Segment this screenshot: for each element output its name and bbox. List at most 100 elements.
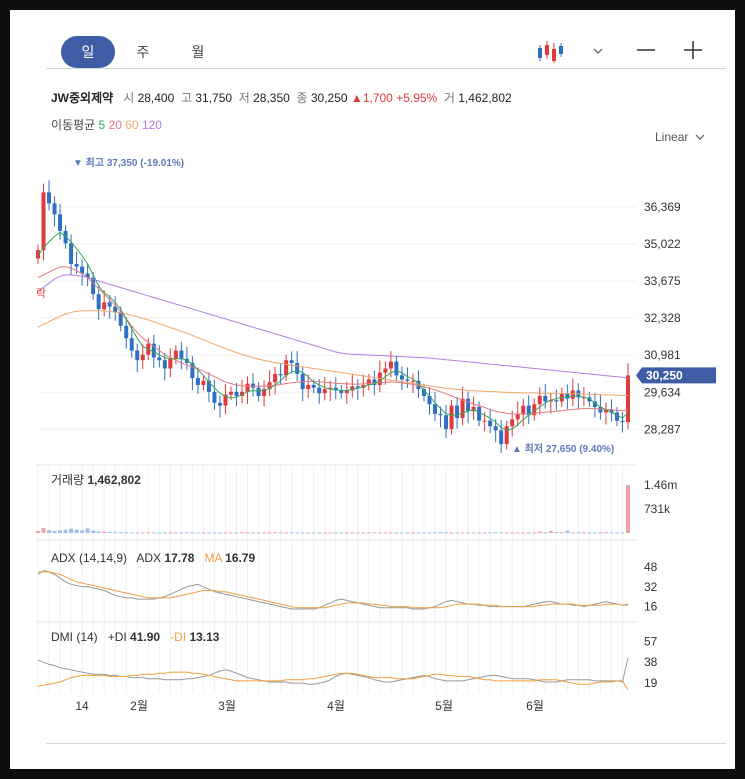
- y-tick-label: 28,287: [644, 422, 681, 436]
- volume-bar: [427, 532, 432, 534]
- volume-bar: [372, 532, 377, 534]
- volume-bar: [361, 532, 366, 534]
- candle-body: [140, 354, 145, 361]
- volume-bar: [140, 532, 145, 534]
- volume-bar: [256, 532, 261, 534]
- candle-body: [488, 420, 493, 427]
- volume-bar: [410, 532, 415, 534]
- volume-bar: [184, 532, 189, 534]
- volume-bar: [317, 532, 322, 534]
- candle-body: [383, 368, 388, 373]
- volume-bar: [311, 532, 316, 534]
- y-tick-label: 30,981: [644, 348, 681, 362]
- volume-bar: [201, 532, 206, 534]
- volume-bar: [223, 532, 228, 534]
- x-tick-label: 4월: [327, 699, 345, 713]
- volume-bar: [262, 532, 267, 534]
- dmi-y-tick: 57: [644, 634, 658, 648]
- current-price-value: 30,250: [646, 368, 683, 382]
- adx-latest: 17.78: [164, 551, 195, 565]
- volume-bar: [74, 529, 79, 533]
- candle-body: [41, 192, 46, 251]
- volume-bar: [195, 532, 200, 534]
- volume-bar: [107, 532, 112, 534]
- candle-body: [554, 400, 559, 402]
- volume-bar: [559, 532, 564, 534]
- candle-body: [515, 413, 520, 420]
- volume-bar: [146, 532, 151, 534]
- candle-body: [388, 361, 393, 369]
- candle-body: [284, 360, 289, 376]
- volume-bar: [157, 532, 162, 534]
- candle-body: [212, 391, 217, 403]
- candle-body: [537, 395, 542, 405]
- candle-body: [460, 398, 465, 418]
- candle-body: [129, 338, 134, 351]
- volume-bar: [173, 532, 178, 534]
- dmi-plus-label: +DI: [107, 630, 127, 644]
- candle-body: [543, 395, 548, 402]
- volume-bar: [488, 532, 493, 534]
- volume-bar: [129, 532, 134, 534]
- volume-bar: [228, 532, 233, 534]
- volume-bar: [102, 531, 107, 533]
- volume-bar: [240, 532, 245, 534]
- candle-body: [256, 387, 261, 396]
- volume-bar: [47, 530, 52, 533]
- candle-body: [405, 379, 410, 381]
- footer-divider: [46, 743, 726, 744]
- volume-bar: [477, 532, 482, 534]
- volume-bar: [433, 532, 438, 534]
- volume-bar: [609, 532, 614, 534]
- volume-bar: [614, 532, 619, 534]
- volume-bar: [91, 530, 96, 533]
- volume-bar: [471, 532, 476, 534]
- y-tick-label: 36,369: [644, 200, 681, 214]
- candle-body: [306, 384, 311, 390]
- dmi-minus-latest: 13.13: [189, 630, 220, 644]
- candle-body: [69, 243, 74, 264]
- candle-body: [157, 357, 162, 361]
- volume-bar: [421, 532, 426, 534]
- y-tick-label: 35,022: [644, 237, 681, 251]
- volume-bar: [598, 532, 603, 534]
- volume-bar: [466, 532, 471, 534]
- volume-y-tick: 731k: [644, 502, 671, 516]
- volume-bar: [521, 532, 526, 534]
- chart-area[interactable]: 36,369 35,022 33,675 32,328 30,981 29,634 28,2…: [10, 10, 735, 769]
- adx-y-tick: 16: [644, 600, 658, 614]
- candle-body: [482, 420, 487, 422]
- candle-body: [449, 405, 454, 429]
- min-price-label: ▲ 최저 27,650 (9.40%): [512, 442, 614, 455]
- volume-bar: [394, 532, 399, 534]
- candle-body: [47, 192, 52, 204]
- volume-bar: [151, 532, 156, 534]
- volume-bar: [405, 532, 410, 534]
- candle-body: [455, 405, 460, 418]
- y-tick-label: 29,634: [644, 385, 681, 399]
- dmi-y-tick: 19: [644, 676, 658, 690]
- volume-bar: [267, 532, 272, 534]
- volume-bar: [63, 529, 68, 533]
- chart-window: 일 주 월 JW중외제약 시 28,400 고 31,750 저 28,350 …: [10, 10, 735, 769]
- volume-bar: [399, 532, 404, 534]
- candle-body: [58, 214, 63, 231]
- volume-bar: [58, 530, 63, 533]
- candle-body: [273, 373, 278, 383]
- volume-bar: [162, 532, 167, 534]
- x-tick-label: 14: [75, 699, 89, 713]
- volume-bar: [339, 532, 344, 534]
- y-tick-label: 33,675: [644, 274, 681, 288]
- candle-body: [317, 387, 322, 394]
- volume-bar: [245, 532, 250, 534]
- dmi-y-tick: 38: [644, 655, 658, 669]
- candle-body: [245, 383, 250, 392]
- volume-bar: [41, 528, 46, 533]
- volume-bar: [234, 532, 239, 534]
- volume-bar: [482, 532, 487, 534]
- volume-bar: [383, 532, 388, 534]
- volume-bar: [449, 532, 454, 534]
- candle-body: [228, 391, 233, 395]
- adx-panel-label: ADX (14,14,9) ADX 17.78 MA 16.79: [51, 551, 255, 565]
- adx-series-label: ADX: [136, 551, 162, 565]
